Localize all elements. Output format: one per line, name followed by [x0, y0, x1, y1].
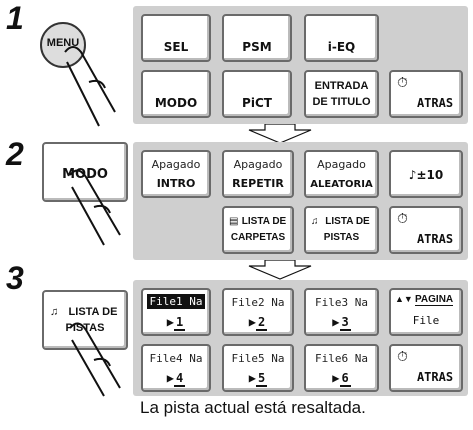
pict-label: PiCT: [242, 96, 272, 110]
pagina-label: PAGINA: [415, 294, 454, 306]
lista-pistas-line2: PISTAS: [323, 232, 360, 243]
sel-label: SEL: [163, 40, 189, 54]
psm-button[interactable]: PSM: [222, 14, 292, 62]
intro-button[interactable]: Apagado INTRO: [141, 150, 211, 198]
page-up-down-icon: ▲▼: [395, 294, 413, 304]
atras-label: ATRAS: [416, 96, 454, 110]
atras-label: ATRAS: [416, 370, 454, 384]
track-6-number-text: 6: [339, 371, 351, 387]
track-4-number: ▶ 4: [143, 371, 209, 387]
track-5-number: ▶ 5: [224, 371, 292, 387]
track-3-number-text: 3: [339, 315, 351, 331]
finger-hand-icon: [69, 169, 121, 246]
track-6-button[interactable]: File6 Na ▶ 6: [304, 344, 379, 392]
track-1-number-text: 1: [174, 315, 186, 331]
ieq-button[interactable]: i-EQ: [304, 14, 379, 62]
track-2-number: ▶ 2: [224, 315, 292, 331]
lista-carpetas-line1: LISTA DE: [241, 216, 287, 227]
intro-status: Apagado: [151, 158, 201, 171]
repetir-status: Apagado: [233, 158, 283, 171]
de-titulo-label: DE TITULO: [312, 96, 371, 108]
back-clock-icon: ⏱: [397, 210, 408, 226]
lista-carpetas-line2: CARPETAS: [230, 232, 286, 243]
caption-text: La pista actual está resaltada.: [140, 398, 366, 417]
track-4-number-text: 4: [174, 371, 186, 387]
entrada-titulo-button[interactable]: ENTRADA DE TITULO: [304, 70, 379, 118]
track-1-button[interactable]: File1 Na ▶ 1: [141, 288, 211, 336]
finger-hand-icon: [69, 322, 121, 397]
pagina-button[interactable]: ▲▼ PAGINA File: [389, 288, 463, 336]
atras-button[interactable]: ⏱ ATRAS: [389, 206, 463, 254]
track-5-number-text: 5: [256, 371, 268, 387]
modo-label: MODO: [154, 96, 198, 110]
arrow-down-icon: [248, 124, 312, 144]
lista-pistas-button[interactable]: ♫ LISTA DE PISTAS: [304, 206, 379, 254]
step-number-3: 3: [6, 260, 24, 296]
track-2-button[interactable]: File2 Na ▶ 2: [222, 288, 294, 336]
atras-button[interactable]: ⏱ ATRAS: [389, 70, 463, 118]
repetir-label: REPETIR: [232, 177, 284, 190]
track-6-number: ▶ 6: [306, 371, 377, 387]
play-icon: ▶: [332, 371, 340, 385]
track-4-name: File4 Na: [149, 352, 203, 365]
lista-carpetas-button[interactable]: ▤ LISTA DE CARPETAS: [222, 206, 294, 254]
track-list-icon: ♫: [50, 306, 59, 318]
back-clock-icon: ⏱: [397, 348, 408, 364]
track-2-name: File2 Na: [231, 296, 285, 309]
lista-pistas-line1: LISTA DE: [325, 216, 370, 227]
atras-label: ATRAS: [416, 232, 454, 246]
track-6-name: File6 Na: [315, 352, 368, 365]
track-4-button[interactable]: File4 Na ▶ 4: [141, 344, 211, 392]
pict-button[interactable]: PiCT: [222, 70, 292, 118]
ieq-label: i-EQ: [327, 40, 356, 54]
track-1-number: ▶ 1: [143, 315, 209, 331]
intro-label: INTRO: [156, 177, 196, 190]
finger-hand-icon: [64, 46, 116, 127]
track-5-name: File5 Na: [231, 352, 285, 365]
pressed-line1: LISTA DE: [68, 306, 118, 318]
sel-button[interactable]: SEL: [141, 14, 211, 62]
modo-button[interactable]: MODO: [141, 70, 211, 118]
track-2-number-text: 2: [256, 315, 268, 331]
play-icon: ▶: [248, 371, 256, 385]
track-5-button[interactable]: File5 Na ▶ 5: [222, 344, 294, 392]
play-icon: ▶: [166, 371, 174, 385]
entrada-label: ENTRADA: [314, 80, 369, 92]
step-number-2: 2: [6, 136, 24, 172]
track-1-name: File1 Na: [147, 294, 205, 309]
track-3-name: File3 Na: [315, 296, 368, 309]
track-list-icon: ♫: [311, 216, 319, 227]
step-number-1: 1: [6, 0, 24, 36]
psm-label: PSM: [242, 40, 272, 54]
play-icon: ▶: [166, 315, 174, 329]
play-icon: ▶: [332, 315, 340, 329]
back-clock-icon: ⏱: [397, 74, 408, 90]
aleatoria-label: ALEATORIA: [310, 179, 373, 190]
skip-10-label: ♪±10: [408, 168, 444, 182]
pagina-mode: File: [412, 314, 440, 327]
aleatoria-button[interactable]: Apagado ALEATORIA: [304, 150, 379, 198]
repetir-button[interactable]: Apagado REPETIR: [222, 150, 294, 198]
aleatoria-status: Apagado: [317, 158, 366, 171]
track-3-button[interactable]: File3 Na ▶ 3: [304, 288, 379, 336]
skip-10-button[interactable]: ♪±10: [389, 150, 463, 198]
atras-button[interactable]: ⏱ ATRAS: [389, 344, 463, 392]
track-3-number: ▶ 3: [306, 315, 377, 331]
arrow-down-icon: [248, 260, 312, 280]
play-icon: ▶: [248, 315, 256, 329]
